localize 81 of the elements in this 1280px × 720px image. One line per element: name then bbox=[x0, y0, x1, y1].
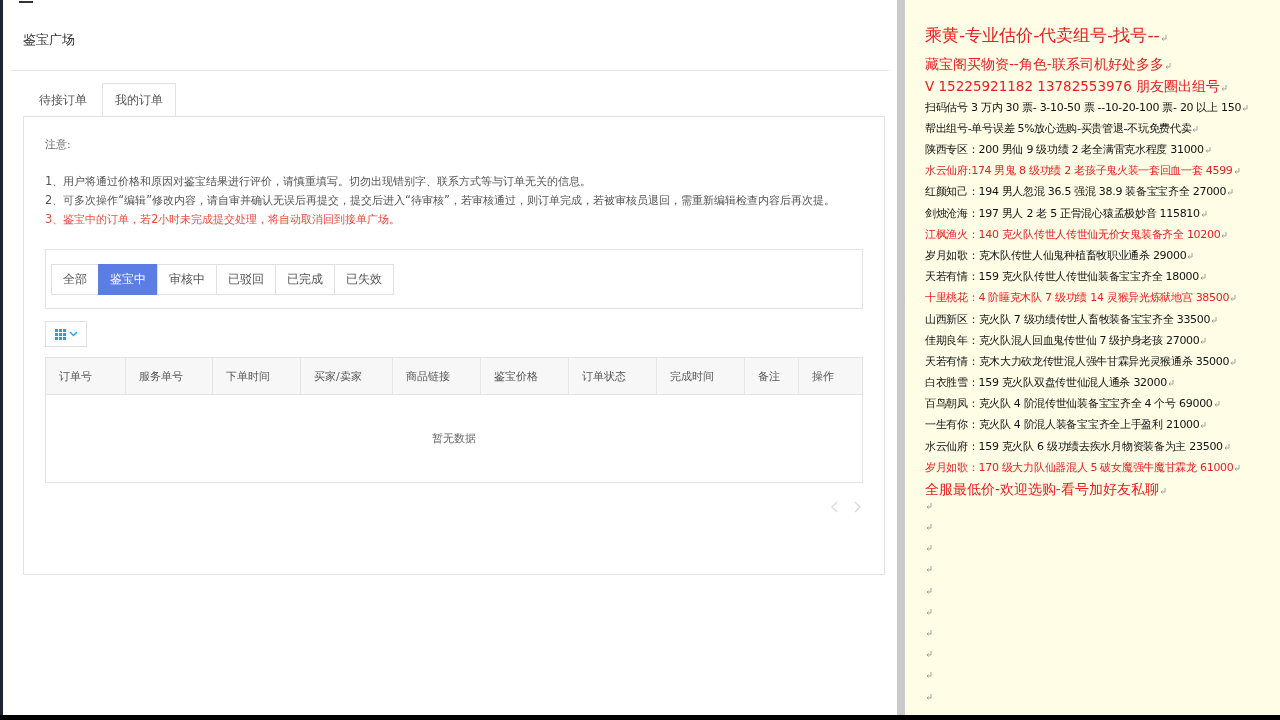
paragraph-mark-icon bbox=[1221, 84, 1228, 91]
column-header: 订单号 bbox=[58, 368, 93, 385]
column-header: 下单时间 bbox=[212, 358, 300, 394]
paragraph-mark-icon bbox=[1192, 125, 1199, 132]
paragraph-mark-icon bbox=[926, 524, 932, 531]
paragraph-mark-icon bbox=[1242, 104, 1249, 111]
document-line: 乘黄-专业估价-代卖组号-找号-- bbox=[925, 24, 1160, 47]
document-line: 帮出组号-单号误差 5%放心选购-买贵管退-不玩免费代卖 bbox=[925, 120, 1192, 136]
notice-heading: 注意: bbox=[45, 137, 72, 152]
card-title: 鉴宝广场 bbox=[23, 31, 75, 49]
status-filter[interactable]: 已完成 bbox=[275, 263, 335, 295]
menu-icon[interactable] bbox=[19, 0, 33, 4]
paragraph-mark-icon bbox=[926, 608, 932, 615]
columns-button[interactable] bbox=[45, 321, 87, 347]
column-header: 商品链接 bbox=[392, 358, 480, 394]
paragraph-mark-icon bbox=[1159, 488, 1166, 494]
status-filter[interactable]: 全部 bbox=[51, 263, 99, 295]
paragraph-mark-icon bbox=[1164, 62, 1171, 69]
empty-message: 暂无数据 bbox=[432, 431, 476, 446]
document-line: 水云仙府:174 男鬼 8 级功绩 2 老孩子鬼火装一套回血一套 4599 bbox=[925, 163, 1233, 179]
paragraph-mark-icon bbox=[1234, 464, 1241, 471]
document-line: 剑烛沧海：197 男人 2 老 5 正骨混心猿孟极妙音 115810 bbox=[925, 205, 1200, 221]
document-line: 百鸟朝凤：克火队 4 阶混传世仙装备宝宝齐全 4 个号 69000 bbox=[925, 396, 1213, 412]
paragraph-mark-icon bbox=[1230, 295, 1237, 302]
column-header: 服务单号 bbox=[125, 358, 212, 394]
column-header: 操作 bbox=[798, 358, 862, 394]
paragraph-mark-icon bbox=[926, 566, 932, 573]
column-header: 备注 bbox=[744, 358, 798, 394]
document-line: 佳期良年：克火队混人回血鬼传世仙 7 级护身老孩 27000 bbox=[925, 332, 1200, 348]
paragraph-mark-icon bbox=[1230, 358, 1237, 365]
paragraph-mark-icon bbox=[926, 693, 932, 700]
caret-icon bbox=[68, 331, 78, 337]
document-line: 岁月如歌：克木队传世人仙鬼种植畜牧职业通杀 29000 bbox=[925, 247, 1187, 263]
document-line: 十里桃花：4 阶睡克木队 7 级功绩 14 灵猴异光炼狱地宫 38500 bbox=[925, 290, 1230, 306]
status-filter[interactable]: 鉴宝中 bbox=[98, 263, 158, 295]
column-header: 完成时间 bbox=[656, 358, 744, 394]
paragraph-mark-icon bbox=[1227, 189, 1234, 196]
paragraph-mark-icon bbox=[926, 651, 932, 658]
status-filter[interactable]: 已驳回 bbox=[216, 263, 276, 295]
paragraph-mark-icon bbox=[1233, 168, 1240, 175]
document-line: V 15225921182 13782553976 朋友圈出组号 bbox=[925, 77, 1221, 96]
grid-icon bbox=[54, 328, 66, 340]
paragraph-mark-icon bbox=[926, 630, 932, 636]
paragraph-mark-icon bbox=[926, 545, 932, 552]
paragraph-mark-icon bbox=[1160, 35, 1167, 41]
document-line: 水云仙府：159 克火队 6 级功绩去疾水月物资装备为主 23500 bbox=[925, 438, 1223, 454]
paragraph-mark-icon bbox=[1200, 210, 1207, 217]
document-line: 江枫渔火：140 克火队传世人传世仙无价女鬼装备齐全 10200 bbox=[925, 226, 1221, 242]
paragraph-mark-icon bbox=[1200, 274, 1206, 281]
status-filter[interactable]: 审核中 bbox=[157, 263, 217, 295]
paragraph-mark-icon bbox=[1200, 422, 1207, 429]
column-header: 买家/卖家 bbox=[300, 358, 392, 394]
paragraph-mark-icon bbox=[926, 672, 932, 679]
document-line: 陕西专区：200 男仙 9 级功绩 2 老全满雷克水程度 31000 bbox=[925, 142, 1204, 157]
document-line: 一生有你：克火队 4 阶混人装备宝宝齐全上手盈利 21000 bbox=[925, 417, 1200, 433]
paragraph-mark-icon bbox=[926, 502, 932, 509]
paragraph-mark-icon bbox=[926, 587, 932, 594]
column-header: 订单状态 bbox=[568, 358, 656, 394]
paragraph-mark-icon bbox=[1187, 252, 1194, 259]
tab[interactable]: 我的订单 bbox=[102, 83, 176, 117]
paragraph-mark-icon bbox=[1167, 380, 1174, 387]
document-line: 全服最低价-欢迎选购-看号加好友私聊 bbox=[925, 481, 1159, 499]
paragraph-mark-icon bbox=[1223, 443, 1230, 450]
document-line: 天若有情：159 克火队传世人传世仙装备宝宝齐全 18000 bbox=[925, 269, 1199, 285]
paragraph-mark-icon bbox=[1221, 231, 1228, 238]
paragraph-mark-icon bbox=[1200, 337, 1207, 344]
notice-text: 2、可多次操作“编辑”修改内容，请自审并确认无误后再提交，提交后进入“待审核”，若审核通过，则订单完成，若被审核员退回，需重新编辑检查内容后再次提。 bbox=[45, 192, 836, 209]
document-line: 扫码估号 3 万内 30 票- 3-10-50 票 --10-20-100 票- 20 以上 150 bbox=[925, 99, 1242, 115]
paragraph-mark-icon bbox=[1213, 401, 1220, 408]
document-line: 藏宝阁买物资--角色-联系司机好处多多 bbox=[925, 55, 1164, 74]
notice-text: 1、用户将通过价格和原因对鉴宝结果进行评价，请慎重填写。切勿出现错别字、联系方式等与订单无关的信息。 bbox=[45, 173, 593, 190]
column-header: 鉴宝价格 bbox=[480, 358, 568, 394]
document-line: 山西新区：克火队 7 级功绩传世人畜牧装备宝宝齐全 33500 bbox=[925, 311, 1211, 327]
document-line: 天若有情：克木大力砍龙传世混人强牛甘霖异光灵猴通杀 35000 bbox=[925, 353, 1230, 369]
paragraph-mark-icon bbox=[1211, 316, 1218, 323]
document-line: 白衣胜雪：159 克火队双盘传世仙混人通杀 32000 bbox=[925, 375, 1167, 391]
status-filter[interactable]: 已失效 bbox=[334, 263, 394, 295]
notice-text: 3、鉴宝中的订单，若2小时未完成提交处理，将自动取消回到接单广场。 bbox=[45, 211, 402, 228]
document-line: 岁月如歌：170 级大力队仙器混人 5 破女魔强牛魔甘霖龙 61000 bbox=[925, 459, 1234, 475]
paragraph-mark-icon bbox=[1204, 147, 1211, 153]
document-line: 红颜知己：194 男人忽混 36.5 强混 38.9 装备宝宝齐全 27000 bbox=[925, 184, 1227, 200]
